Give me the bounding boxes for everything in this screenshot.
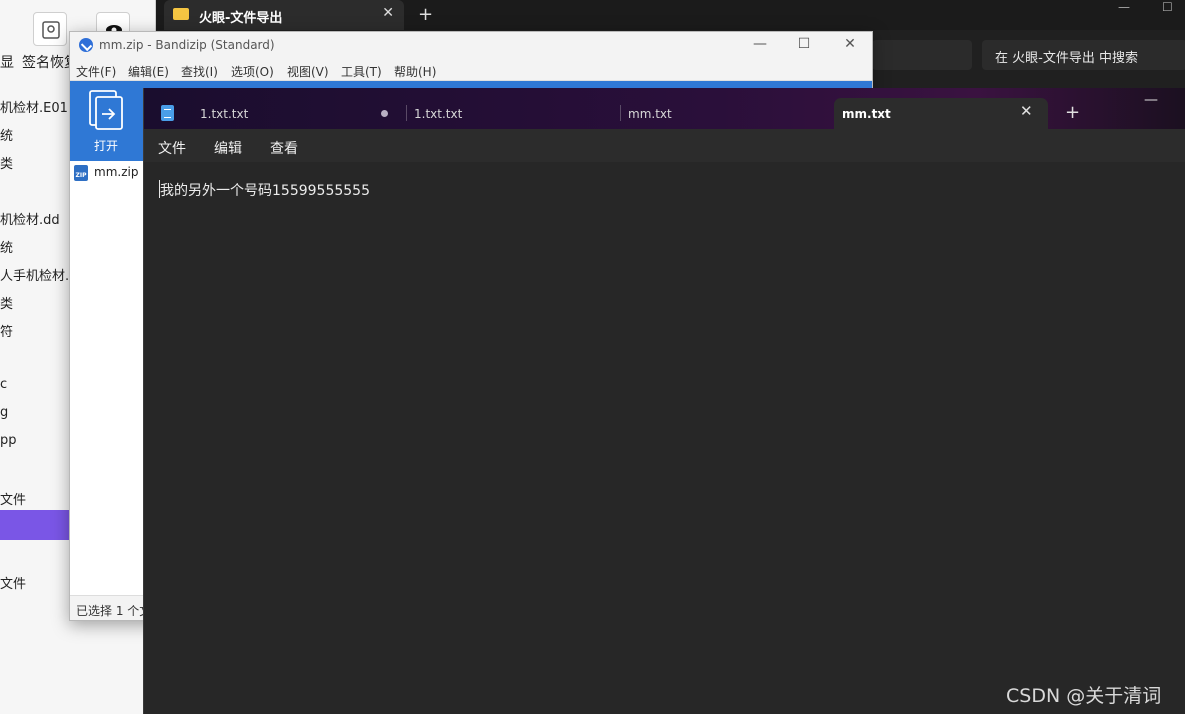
- bandizip-app-icon: [79, 38, 93, 52]
- notepad-tab-active[interactable]: mm.txt ✕: [834, 98, 1048, 129]
- menu-edit[interactable]: 编辑: [214, 138, 242, 158]
- menu-view[interactable]: 查看: [270, 138, 298, 158]
- bandizip-window-title: mm.zip - Bandizip (Standard): [99, 38, 275, 52]
- menu-file[interactable]: 文件: [158, 138, 186, 158]
- explorer-tab-title: 火眼-文件导出: [199, 11, 283, 26]
- close-icon[interactable]: ✕: [1020, 102, 1033, 120]
- tab-separator: [620, 105, 621, 121]
- notepad-app-icon: [161, 105, 174, 121]
- tree-item-selected[interactable]: [0, 510, 70, 540]
- status-text: 已选择 1 个文: [76, 604, 152, 618]
- notepad-menubar: 文件 编辑 查看: [144, 129, 1185, 162]
- search-input[interactable]: 在 火眼-文件导出 中搜索: [982, 40, 1185, 70]
- close-icon[interactable]: ✕: [382, 5, 394, 21]
- maximize-icon[interactable]: ☐: [1162, 0, 1173, 14]
- tab-label: mm.txt: [628, 107, 672, 121]
- minimize-icon[interactable]: —: [750, 36, 770, 54]
- open-button[interactable]: 打开: [80, 89, 132, 155]
- explorer-tab[interactable]: 火眼-文件导出 ✕: [164, 0, 404, 30]
- tree-item[interactable]: c: [0, 377, 7, 392]
- menu-view[interactable]: 视图(V): [287, 63, 329, 80]
- tree-item[interactable]: 文件: [0, 573, 26, 592]
- restore-tool-button[interactable]: [33, 12, 67, 46]
- minimize-icon[interactable]: —: [1118, 0, 1130, 14]
- tree-item[interactable]: 统: [0, 237, 13, 256]
- notepad-tab[interactable]: 1.txt.txt: [200, 98, 400, 129]
- tab-separator: [406, 105, 407, 121]
- menu-file[interactable]: 文件(F): [76, 63, 116, 80]
- text-editor[interactable]: 我的另外一个号码15599555555: [144, 162, 1185, 714]
- tree-item[interactable]: 文件: [0, 489, 26, 508]
- notepad-tab[interactable]: 1.txt.txt: [406, 98, 618, 129]
- close-icon[interactable]: ✕: [840, 36, 860, 54]
- file-name: mm.zip: [94, 165, 139, 179]
- tab-label: mm.txt: [842, 107, 891, 121]
- tree-item[interactable]: 机检材.E01: [0, 97, 68, 116]
- notepad-tab[interactable]: mm.txt: [620, 98, 832, 129]
- maximize-icon[interactable]: ☐: [794, 36, 814, 54]
- tree-item[interactable]: g: [0, 405, 8, 420]
- tree-item[interactable]: pp: [0, 433, 17, 448]
- menu-tools[interactable]: 工具(T): [341, 63, 382, 80]
- bandizip-titlebar: mm.zip - Bandizip (Standard) — ☐ ✕: [70, 32, 872, 59]
- tree-item[interactable]: 符: [0, 321, 13, 340]
- notepad-window: 1.txt.txt 1.txt.txt mm.txt mm.txt ✕ + — …: [143, 88, 1185, 714]
- tree-item[interactable]: 统: [0, 125, 13, 144]
- tab-label: 1.txt.txt: [200, 107, 249, 121]
- tab-label: 1.txt.txt: [414, 107, 463, 121]
- menu-help[interactable]: 帮助(H): [394, 63, 436, 80]
- new-tab-icon[interactable]: +: [418, 4, 433, 25]
- tree-item[interactable]: 类: [0, 293, 13, 312]
- open-button-label: 打开: [94, 139, 119, 153]
- address-bar[interactable]: [872, 40, 972, 70]
- folder-icon: [173, 8, 189, 20]
- menu-find[interactable]: 查找(I): [181, 63, 218, 80]
- new-tab-icon[interactable]: +: [1065, 102, 1080, 123]
- notepad-tabbar: 1.txt.txt 1.txt.txt mm.txt mm.txt ✕ + —: [144, 88, 1185, 129]
- unsaved-dot-icon: [381, 110, 388, 117]
- explorer-tabstrip: 火眼-文件导出 ✕ + — ☐: [156, 0, 1185, 30]
- disk-icon: [42, 21, 60, 39]
- bandizip-menubar: 文件(F) 编辑(E) 查找(I) 选项(O) 视图(V) 工具(T) 帮助(H…: [70, 59, 872, 81]
- watermark: CSDN @关于清词: [1006, 685, 1162, 707]
- open-file-icon: [89, 90, 123, 130]
- menu-edit[interactable]: 编辑(E): [128, 63, 169, 80]
- menu-options[interactable]: 选项(O): [231, 63, 274, 80]
- minimize-icon[interactable]: —: [1144, 92, 1158, 108]
- tree-item[interactable]: 类: [0, 153, 13, 172]
- tree-item[interactable]: 机检材.dd: [0, 209, 60, 228]
- toolbar-label-display: 显: [0, 55, 14, 71]
- zip-file-icon: ZIP: [74, 165, 88, 181]
- editor-content: 我的另外一个号码15599555555: [160, 183, 370, 199]
